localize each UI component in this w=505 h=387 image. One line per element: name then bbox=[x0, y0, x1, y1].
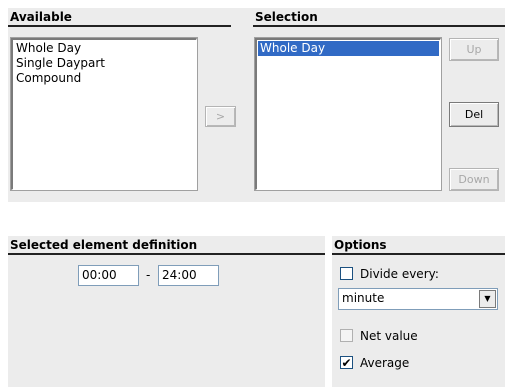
move-down-button[interactable]: Down bbox=[449, 168, 499, 191]
available-item-whole-day[interactable]: Whole Day bbox=[14, 41, 195, 56]
available-listbox[interactable]: Whole Day Single Daypart Compound bbox=[10, 37, 198, 191]
divide-every-label: Divide every: bbox=[360, 267, 439, 281]
net-value-label: Net value bbox=[360, 329, 418, 343]
move-up-button[interactable]: Up bbox=[449, 38, 499, 61]
available-item-compound[interactable]: Compound bbox=[14, 71, 195, 86]
options-panel bbox=[332, 236, 505, 387]
definition-header: Selected element definition bbox=[8, 238, 325, 255]
net-value-checkbox[interactable] bbox=[340, 329, 353, 342]
selection-listbox[interactable]: Whole Day bbox=[254, 37, 442, 191]
available-item-single-daypart[interactable]: Single Daypart bbox=[14, 56, 195, 71]
delete-button[interactable]: Del bbox=[449, 102, 499, 127]
average-label: Average bbox=[360, 356, 410, 370]
selection-item-whole-day[interactable]: Whole Day bbox=[258, 41, 439, 56]
available-header: Available bbox=[8, 10, 231, 27]
unit-dropdown-value: minute bbox=[342, 291, 385, 305]
selection-header: Selection bbox=[253, 10, 505, 27]
time-range-separator: - bbox=[146, 268, 151, 282]
start-time-field[interactable]: 00:00 bbox=[78, 265, 139, 286]
check-mark-icon: ✔ bbox=[341, 356, 352, 370]
unit-dropdown[interactable]: minute ▼ bbox=[338, 288, 498, 310]
average-checkbox[interactable]: ✔ bbox=[340, 356, 353, 369]
add-to-selection-button[interactable]: > bbox=[205, 106, 236, 127]
end-time-field[interactable]: 24:00 bbox=[158, 265, 219, 286]
definition-panel bbox=[8, 236, 325, 387]
options-header: Options bbox=[332, 238, 505, 255]
chevron-down-icon[interactable]: ▼ bbox=[479, 290, 496, 308]
divide-every-checkbox[interactable] bbox=[340, 267, 353, 280]
